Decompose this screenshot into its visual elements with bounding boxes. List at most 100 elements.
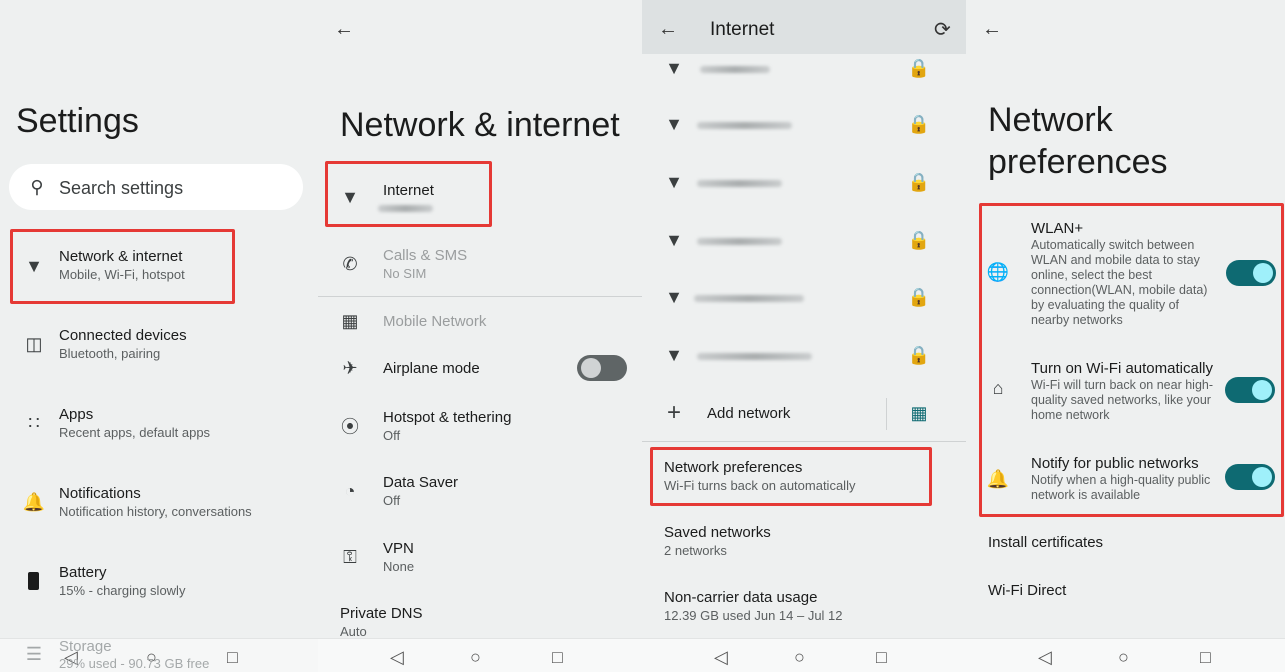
lock-icon: 🔒 <box>907 113 931 134</box>
back-arrow-icon[interactable]: ← <box>982 18 1002 41</box>
blurred-network-name <box>694 295 804 302</box>
nav-recents-button[interactable]: □ <box>876 647 887 668</box>
nav-home-button[interactable]: ○ <box>470 647 481 668</box>
calls-sms-item[interactable]: ✆ Calls & SMS No SIM <box>318 244 642 284</box>
airplane-mode-toggle[interactable] <box>577 355 627 381</box>
nav-back-button[interactable]: ◁ <box>714 647 728 668</box>
install-certificates-item[interactable]: Install certificates <box>988 534 1103 551</box>
wifi-icon: ▼ <box>665 344 683 365</box>
search-icon: ⚲ <box>30 176 44 197</box>
nav-recents-button[interactable]: □ <box>1200 647 1211 668</box>
highlight-box <box>979 203 1284 517</box>
network-preferences-panel: ← Network preferences 🌐 WLAN+ Automatica… <box>966 0 1285 672</box>
item-label: Private DNS <box>340 605 423 622</box>
internet-panel: ← Internet ⟳ ▼ 🔒 ▼ 🔒 ▼ 🔒 ▼ 🔒 ▼ 🔒 ▼ 🔒 + Add net… <box>642 0 966 672</box>
airplane-mode-item[interactable]: ✈ Airplane mode <box>318 352 642 384</box>
hotspot-item[interactable]: ⦿ Hotspot & tethering Off <box>318 406 642 446</box>
nav-back-button[interactable]: ◁ <box>1038 647 1052 668</box>
page-title-line2: preferences <box>988 143 1168 181</box>
item-sub: Off <box>383 428 401 443</box>
item-label: Apps <box>59 406 94 423</box>
item-sub: Auto <box>340 624 367 639</box>
bell-icon: 🔔 <box>22 491 46 512</box>
wifi-icon: ▼ <box>665 286 683 307</box>
nav-home-button[interactable]: ○ <box>794 647 805 668</box>
wifi-network-row[interactable]: ▼ 🔒 <box>642 343 966 371</box>
data-saver-icon: ◔ <box>344 480 356 501</box>
blurred-network-name <box>697 238 782 245</box>
settings-item-connected-devices[interactable]: ◫ Connected devices Bluetooth, pairing <box>0 320 318 376</box>
item-sub: Recent apps, default apps <box>59 425 211 440</box>
back-arrow-icon[interactable]: ← <box>658 18 678 41</box>
item-label: Data Saver <box>383 474 459 491</box>
search-input[interactable]: ⚲ Search settings <box>9 164 303 210</box>
wifi-network-row[interactable]: ▼ 🔒 <box>642 228 966 256</box>
item-label: Airplane mode <box>383 360 480 377</box>
add-network-button[interactable]: + Add network <box>642 398 882 428</box>
item-sub: 2 networks <box>664 543 727 558</box>
add-network-label: Add network <box>707 405 791 422</box>
data-saver-item[interactable]: ◔ Data Saver Off <box>318 471 642 511</box>
item-sub: 15% - charging slowly <box>59 583 186 598</box>
calls-icon: ✆ <box>342 253 358 274</box>
highlight-box <box>10 229 235 304</box>
item-sub: Notification history, conversations <box>59 504 252 519</box>
refresh-icon[interactable]: ⟳ <box>934 17 951 42</box>
mobile-network-item[interactable]: ▦ Mobile Network <box>318 306 642 336</box>
wifi-direct-item[interactable]: Wi-Fi Direct <box>988 582 1066 599</box>
lock-icon: 🔒 <box>907 286 931 307</box>
saved-networks-item[interactable]: Saved networks 2 networks <box>642 521 966 561</box>
item-label: Storage <box>59 638 112 655</box>
nav-back-button[interactable]: ◁ <box>390 647 404 668</box>
lock-icon: 🔒 <box>907 171 931 192</box>
item-label: Connected devices <box>59 327 187 344</box>
settings-panel: Settings ⚲ Search settings ▼ Network & i… <box>0 0 318 672</box>
private-dns-item[interactable]: Private DNS Auto <box>318 602 642 642</box>
nav-recents-button[interactable]: □ <box>552 647 563 668</box>
page-title: Internet <box>710 19 775 40</box>
hotspot-icon: ⦿ <box>341 417 359 437</box>
back-arrow-icon[interactable]: ← <box>334 18 354 41</box>
page-title: Settings <box>16 102 139 140</box>
wifi-network-row[interactable]: ▼ 🔒 <box>642 285 966 313</box>
highlight-box <box>650 447 932 506</box>
settings-item-notifications[interactable]: 🔔 Notifications Notification history, co… <box>0 478 318 534</box>
airplane-icon: ✈ <box>342 357 358 378</box>
battery-icon <box>28 572 39 590</box>
qr-scan-icon[interactable]: ▦ <box>907 401 931 425</box>
item-label: Battery <box>59 564 107 581</box>
navigation-bar: ◁ ○ □ <box>966 638 1285 672</box>
item-label: Calls & SMS <box>383 247 468 264</box>
blurred-network-name <box>697 353 812 360</box>
highlight-box <box>325 161 492 227</box>
navigation-bar: ◁ ○ □ <box>318 638 642 672</box>
settings-item-battery[interactable]: Battery 15% - charging slowly <box>0 557 318 613</box>
divider <box>318 296 642 297</box>
sim-icon: ▦ <box>341 310 359 331</box>
storage-icon: ☰ <box>25 643 43 664</box>
vpn-item[interactable]: ⚿ VPN None <box>318 537 642 577</box>
data-usage-item[interactable]: Non-carrier data usage 12.39 GB used Jun… <box>642 586 966 626</box>
wifi-network-row[interactable]: ▼ 🔒 <box>642 170 966 198</box>
item-label: Notifications <box>59 485 141 502</box>
lock-icon: 🔒 <box>907 57 931 78</box>
apps-grid-icon: ∷ <box>28 412 40 433</box>
item-sub: 29% used - 90.73 GB free <box>59 656 210 671</box>
search-placeholder: Search settings <box>59 178 184 198</box>
page-title-line1: Network <box>988 101 1113 139</box>
plus-icon: + <box>666 399 681 426</box>
nav-home-button[interactable]: ○ <box>1118 647 1129 668</box>
vpn-key-icon: ⚿ <box>343 546 357 567</box>
wifi-icon: ▼ <box>665 171 683 192</box>
item-sub: No SIM <box>383 266 427 281</box>
devices-icon: ◫ <box>25 333 43 354</box>
settings-item-apps[interactable]: ∷ Apps Recent apps, default apps <box>0 399 318 455</box>
item-label: Non-carrier data usage <box>664 589 818 606</box>
item-sub: Bluetooth, pairing <box>59 346 161 361</box>
wifi-network-row[interactable]: ▼ 🔒 <box>642 112 966 140</box>
wifi-icon: ▼ <box>665 57 683 78</box>
wifi-network-row[interactable]: ▼ 🔒 <box>642 56 966 84</box>
settings-item-storage[interactable]: ☰ Storage 29% used - 90.73 GB free <box>0 634 318 672</box>
item-sub: Off <box>383 493 401 508</box>
item-label: Mobile Network <box>383 313 487 330</box>
